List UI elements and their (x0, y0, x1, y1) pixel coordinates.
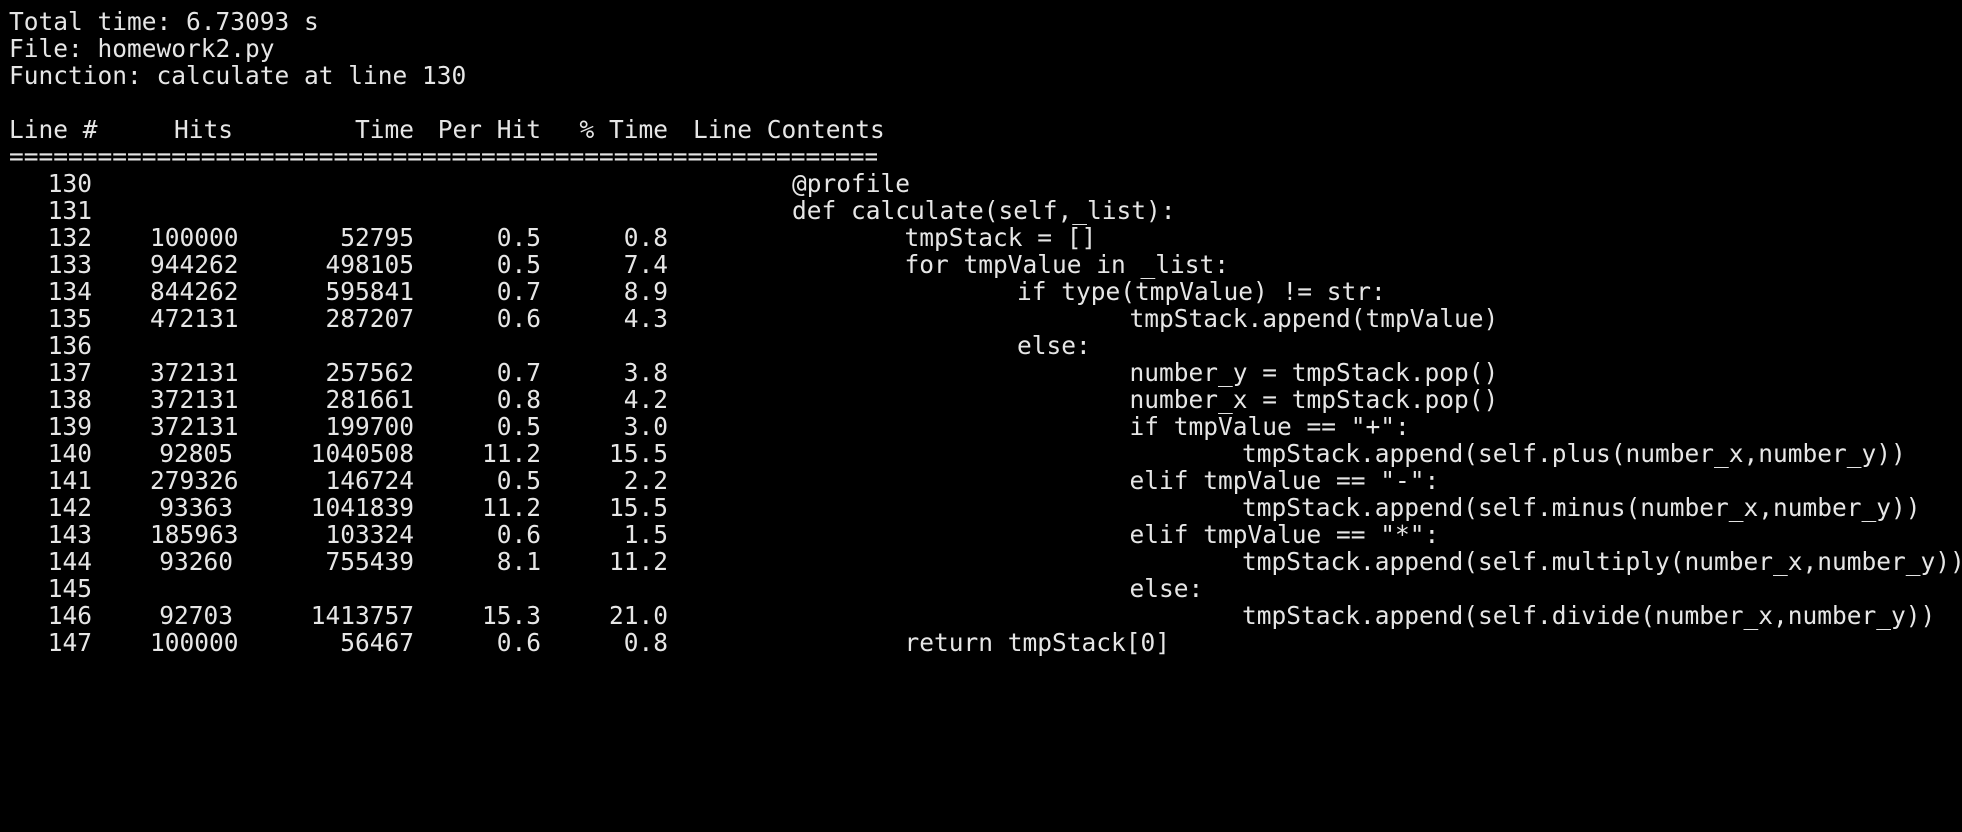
cell-line-contents: return tmpStack[0] (904, 628, 1171, 657)
cell-per-hit: 0.6 (496, 628, 541, 657)
function-line: Function: calculate at line 130 (9, 61, 467, 90)
terminal-window[interactable]: Total time: 6.73093 s File: homework2.py… (0, 0, 1962, 832)
cell-line-number: 147 (47, 628, 92, 657)
cell-time: 56467 (340, 628, 414, 657)
cell-hits: 100000 (150, 628, 239, 657)
table-row: 147 100000 56467 0.6 0.8 return tmpStack[0] (0, 626, 1962, 660)
cell-pct-time: 0.8 (623, 628, 668, 657)
